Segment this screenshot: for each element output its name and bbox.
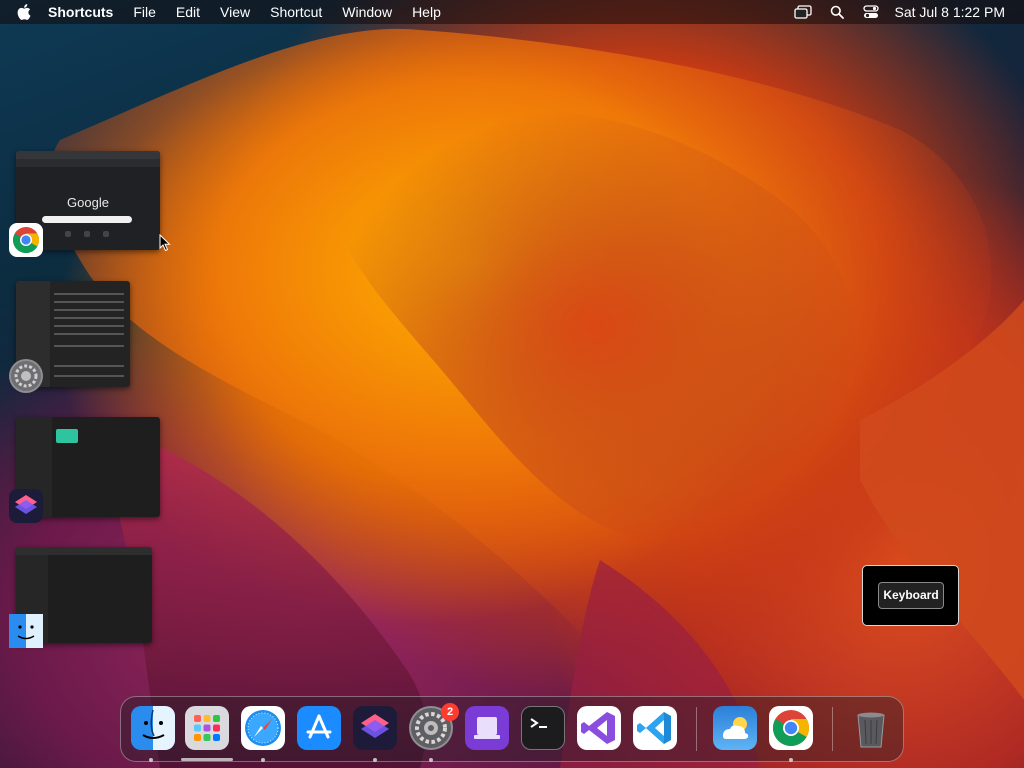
dock-trash-icon[interactable]	[849, 706, 893, 750]
dock-vscode-icon[interactable]	[633, 706, 677, 750]
menu-view[interactable]: View	[210, 0, 260, 24]
menu-window[interactable]: Window	[332, 0, 402, 24]
notification-badge: 2	[441, 703, 459, 721]
dock-finder-icon[interactable]	[131, 706, 175, 750]
control-center-icon[interactable]	[861, 4, 881, 20]
menubar-clock[interactable]: Sat Jul 8 1:22 PM	[888, 0, 1024, 24]
settings-row	[54, 293, 124, 295]
settings-row	[54, 365, 124, 367]
apple-menu-icon[interactable]	[14, 0, 34, 24]
menu-edit[interactable]: Edit	[166, 0, 210, 24]
menu-help[interactable]: Help	[402, 0, 451, 24]
chrome-icon	[9, 223, 43, 257]
dock-separator	[832, 707, 833, 751]
menu-app-name[interactable]: Shortcuts	[38, 0, 123, 24]
settings-row	[54, 325, 124, 327]
google-search-box	[42, 216, 132, 223]
settings-row	[54, 317, 124, 319]
running-indicator	[789, 758, 793, 762]
finder-toolbar	[16, 547, 152, 555]
menu-file[interactable]: File	[123, 0, 166, 24]
desktop-wallpaper	[0, 0, 1024, 768]
settings-row	[54, 333, 124, 335]
dock-visual-studio-icon[interactable]	[577, 706, 621, 750]
dock-safari-icon[interactable]	[241, 706, 285, 750]
menu-shortcut[interactable]: Shortcut	[260, 0, 332, 24]
menu-bar: Shortcuts File Edit View Shortcut Window…	[0, 0, 1024, 24]
finder-icon	[9, 614, 43, 648]
chrome-toolbar	[16, 159, 160, 167]
running-indicator	[149, 758, 153, 762]
screen-mirroring-icon[interactable]	[793, 4, 813, 20]
shortcut-tile	[103, 231, 109, 237]
wallpaper-art	[49, 28, 1024, 768]
mouse-pointer-icon	[159, 233, 171, 257]
settings-row	[54, 375, 124, 377]
chrome-tab-strip	[16, 151, 160, 159]
shortcut-tile	[65, 231, 71, 237]
dock-shortcuts-icon[interactable]	[353, 706, 397, 750]
spotlight-search-icon[interactable]	[827, 4, 847, 20]
keyboard-button[interactable]: Keyboard	[878, 582, 944, 609]
dock	[120, 696, 904, 762]
system-settings-icon	[9, 359, 43, 393]
launchpad-indicator	[181, 758, 233, 761]
dock-weather-icon[interactable]	[713, 706, 757, 750]
shortcut-tile	[56, 429, 78, 443]
shortcuts-icon	[9, 489, 43, 523]
running-indicator	[373, 758, 377, 762]
dock-launchpad-icon[interactable]	[185, 706, 229, 750]
keyboard-overlay: Keyboard	[862, 565, 959, 626]
settings-row	[54, 301, 124, 303]
dock-app-store-icon[interactable]	[297, 706, 341, 750]
google-logo-text: Google	[67, 195, 109, 210]
dock-terminal-icon[interactable]	[521, 706, 565, 750]
shortcut-tile	[84, 231, 90, 237]
settings-row	[54, 309, 124, 311]
dock-chrome-icon[interactable]	[769, 706, 813, 750]
running-indicator	[261, 758, 265, 762]
running-indicator	[429, 758, 433, 762]
settings-row	[54, 345, 124, 347]
dock-apple-configurator-icon[interactable]	[465, 706, 509, 750]
dock-separator	[696, 707, 697, 751]
